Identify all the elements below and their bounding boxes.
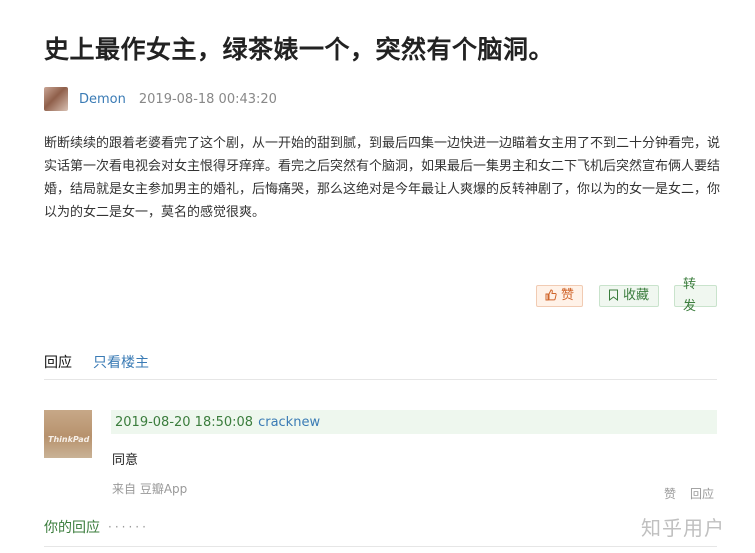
your-reply: 你的回应 ······	[44, 517, 149, 537]
bookmark-icon	[608, 289, 619, 303]
post-content: 断断续续的跟着老婆看完了这个剧，从一开始的甜到腻，到最后四集一边快进一边瞄着女主…	[44, 136, 721, 220]
post-time: 2019-08-18 00:43:20	[138, 91, 277, 107]
comment-actions: 赞 回应	[664, 485, 714, 502]
author-avatar[interactable]	[44, 87, 68, 111]
comment-like-link[interactable]: 赞	[664, 485, 676, 502]
avatar-brand-text: ThinkPad	[48, 435, 90, 444]
post-actions: 赞 收藏 转发	[0, 277, 755, 314]
collect-label: 收藏	[623, 288, 650, 303]
thumbs-up-icon	[545, 289, 557, 303]
comment-source: 来自 豆瓣App	[112, 482, 188, 496]
share-button[interactable]: 转发	[674, 277, 717, 314]
comment-time: 2019-08-20 18:50:08	[115, 414, 254, 430]
your-reply-dots: ······	[108, 520, 149, 534]
your-reply-label: 你的回应	[44, 520, 100, 536]
collect-button[interactable]: 收藏	[599, 285, 659, 307]
author-link[interactable]: Demon	[79, 92, 126, 107]
tab-reply[interactable]: 回应	[44, 352, 72, 372]
tab-owner-only[interactable]: 只看楼主	[93, 352, 149, 372]
share-label: 转发	[683, 277, 697, 314]
divider	[44, 546, 717, 547]
reply-tabs: 回应 只看楼主	[44, 352, 717, 380]
watermark: 知乎用户	[641, 518, 725, 540]
like-button[interactable]: 赞	[536, 285, 583, 307]
post-meta: Demon 2019-08-18 00:43:20	[44, 86, 277, 112]
comment-text: 同意	[112, 453, 139, 468]
commenter-link[interactable]: cracknew	[258, 415, 320, 430]
like-label: 赞	[561, 288, 575, 303]
commenter-avatar[interactable]: ThinkPad	[44, 410, 92, 458]
comment-reply-link[interactable]: 回应	[690, 485, 714, 502]
comment-header: 2019-08-20 18:50:08 cracknew	[111, 410, 717, 434]
post-title: 史上最作女主，绿茶婊一个，突然有个脑洞。	[44, 35, 555, 64]
